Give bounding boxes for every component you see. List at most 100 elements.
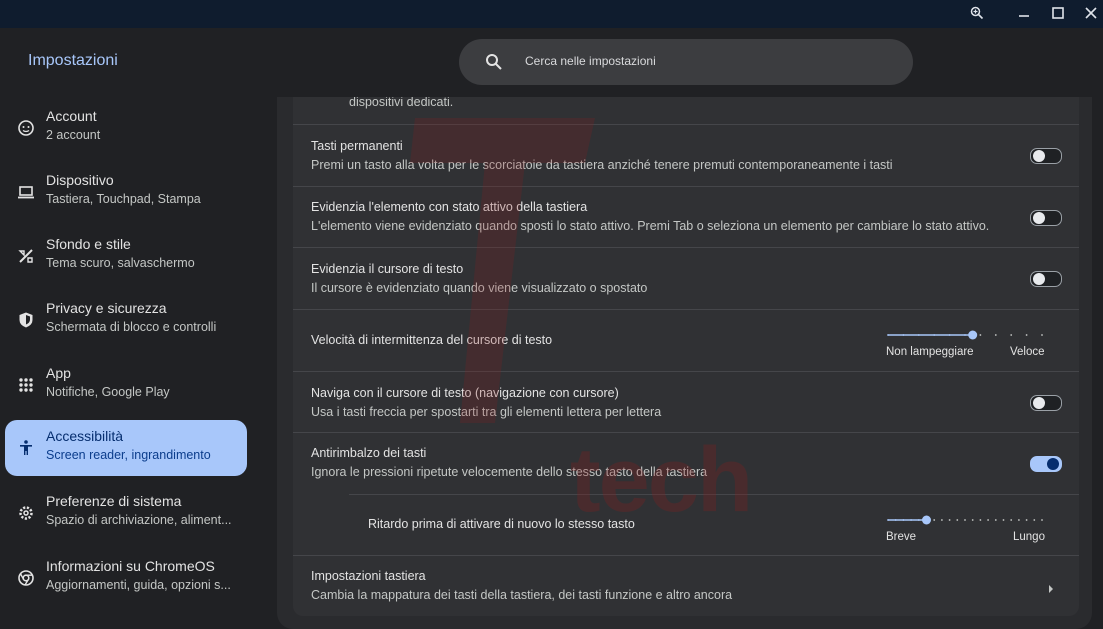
partial-row-text: dispositivi dedicati. — [349, 97, 454, 109]
slider-tick — [971, 519, 974, 521]
slider-min-label: Non lampeggiare — [886, 346, 974, 358]
sidebar-item-label: Account — [46, 108, 97, 124]
minimize-icon[interactable] — [1007, 0, 1041, 26]
slider-tick — [1025, 519, 1028, 521]
sidebar-item-sub: Schermata di blocco e controlli — [46, 320, 217, 334]
app-title: Impostazioni — [28, 52, 118, 69]
slider-max-label: Veloce — [1010, 346, 1045, 358]
slider-tick — [1025, 334, 1028, 336]
sidebar-item-label: Informazioni su ChromeOS — [46, 558, 215, 574]
row-subtitle: Il cursore è evidenziato quando viene vi… — [311, 281, 648, 295]
sidebar-item-label: Privacy e sicurezza — [46, 300, 167, 316]
slider-tick — [1010, 334, 1013, 336]
slider-tick — [902, 519, 905, 521]
slider-tick — [917, 334, 920, 336]
shield-icon — [17, 311, 35, 329]
slider-tick — [1018, 519, 1020, 521]
toggle-knob — [1033, 273, 1045, 285]
account-icon — [17, 119, 35, 137]
row-subtitle: Usa i tasti freccia per spostarti tra gl… — [311, 405, 662, 419]
slider-max-label: Lungo — [1013, 531, 1045, 543]
sidebar-item-sub: Notifiche, Google Play — [46, 385, 170, 399]
search-input[interactable]: Cerca nelle impostazioni — [525, 54, 656, 68]
toggle-knob — [1033, 397, 1045, 409]
row-title: Ritardo prima di attivare di nuovo lo st… — [368, 517, 635, 531]
slider-tick — [979, 519, 982, 521]
sidebar-item-sub: Tastiera, Touchpad, Stampa — [46, 192, 201, 206]
row-subtitle: Cambia la mappatura dei tasti della tast… — [311, 588, 733, 602]
slider-tick — [894, 519, 897, 521]
sticky-keys-toggle[interactable] — [1030, 148, 1062, 164]
laptop-icon — [17, 183, 35, 201]
setting-row-cursor-blink-rate[interactable]: Velocità di intermittenza del cursore di… — [293, 309, 1079, 371]
row-title: Antirimbalzo dei tasti — [311, 446, 427, 460]
sidebar-item-account[interactable]: Account 2 account — [5, 100, 247, 156]
setting-row-bounce-delay[interactable]: Ritardo prima di attivare di nuovo lo st… — [349, 494, 1079, 556]
slider-tick — [887, 334, 889, 336]
row-subtitle: Premi un tasto alla volta per le scorcia… — [311, 158, 893, 172]
bounce-delay-slider[interactable] — [886, 512, 1044, 525]
search-icon — [485, 53, 503, 71]
sidebar-item-accessibility[interactable]: Accessibilità Screen reader, ingrandimen… — [5, 420, 247, 476]
slider-tick — [902, 334, 905, 336]
slider-track — [887, 515, 1043, 525]
row-title: Velocità di intermittenza del cursore di… — [311, 333, 553, 347]
row-subtitle: L'elemento viene evidenziato quando spos… — [311, 219, 990, 233]
row-title: Evidenzia l'elemento con stato attivo de… — [311, 200, 588, 214]
row-title: Evidenzia il cursore di testo — [311, 262, 464, 276]
sidebar-item-label: App — [46, 365, 71, 381]
slider-tick — [933, 334, 936, 336]
setting-row-bounce-keys[interactable]: Antirimbalzo dei tasti Ignora le pressio… — [293, 432, 1079, 494]
palette-icon — [17, 247, 35, 265]
slider-tick — [887, 519, 889, 521]
sidebar-item-about-chromeos[interactable]: Informazioni su ChromeOS Aggiornamenti, … — [5, 550, 247, 606]
slider-tick — [948, 334, 951, 336]
close-icon[interactable] — [1074, 0, 1103, 26]
slider-min-label: Breve — [886, 531, 917, 543]
zoom-icon[interactable] — [960, 0, 994, 26]
toggle-knob — [1033, 150, 1045, 162]
maximize-icon[interactable] — [1041, 0, 1075, 26]
slider-tick — [987, 519, 989, 521]
slider-knob — [968, 330, 978, 340]
search-bar[interactable]: Cerca nelle impostazioni — [459, 39, 913, 85]
sidebar-item-label: Sfondo e stile — [46, 236, 131, 252]
chrome-icon — [17, 569, 35, 587]
slider-tick — [910, 519, 912, 521]
sidebar-item-label: Dispositivo — [46, 172, 114, 188]
slider-tick — [1033, 519, 1036, 521]
slider-tick — [994, 519, 997, 521]
caret-highlight-toggle[interactable] — [1030, 271, 1062, 287]
title-bar — [0, 0, 1103, 28]
sidebar-item-device[interactable]: Dispositivo Tastiera, Touchpad, Stampa — [5, 164, 247, 220]
setting-row-keyboard-settings[interactable]: Impostazioni tastiera Cambia la mappatur… — [293, 555, 1079, 616]
caret-browsing-toggle[interactable] — [1030, 395, 1062, 411]
slider-tick — [917, 519, 920, 521]
setting-row-focus-highlight[interactable]: Evidenzia l'elemento con stato attivo de… — [293, 186, 1079, 248]
accessibility-icon — [17, 439, 35, 457]
setting-row-caret-highlight[interactable]: Evidenzia il cursore di testo Il cursore… — [293, 247, 1079, 309]
focus-highlight-toggle[interactable] — [1030, 210, 1062, 226]
slider-tick — [956, 519, 959, 521]
sidebar-item-privacy[interactable]: Privacy e sicurezza Schermata di blocco … — [5, 292, 247, 348]
setting-row-sticky-keys[interactable]: Tasti permanenti Premi un tasto alla vol… — [293, 124, 1079, 186]
slider-tick — [1041, 519, 1043, 521]
toggle-knob — [1047, 458, 1059, 470]
slider-tick — [964, 334, 966, 336]
sidebar-item-apps[interactable]: App Notifiche, Google Play — [5, 357, 247, 413]
row-title: Impostazioni tastiera — [311, 569, 426, 583]
sidebar-item-wallpaper[interactable]: Sfondo e stile Tema scuro, salvaschermo — [5, 228, 247, 284]
slider-tick — [948, 519, 951, 521]
bounce-keys-toggle[interactable] — [1030, 456, 1062, 472]
slider-tick — [1041, 334, 1043, 336]
slider-tick — [994, 334, 997, 336]
setting-row-caret-browsing[interactable]: Naviga con il cursore di testo (navigazi… — [293, 371, 1079, 433]
slider-tick — [941, 519, 943, 521]
slider-tick — [1010, 519, 1013, 521]
sidebar-item-system-preferences[interactable]: Preferenze di sistema Spazio di archivia… — [5, 485, 247, 541]
sidebar-item-sub: Screen reader, ingrandimento — [46, 448, 211, 462]
gear-icon — [17, 504, 35, 522]
sidebar-item-sub: 2 account — [46, 128, 101, 142]
blink-rate-slider[interactable] — [886, 327, 1044, 340]
slider-tick — [933, 519, 936, 521]
